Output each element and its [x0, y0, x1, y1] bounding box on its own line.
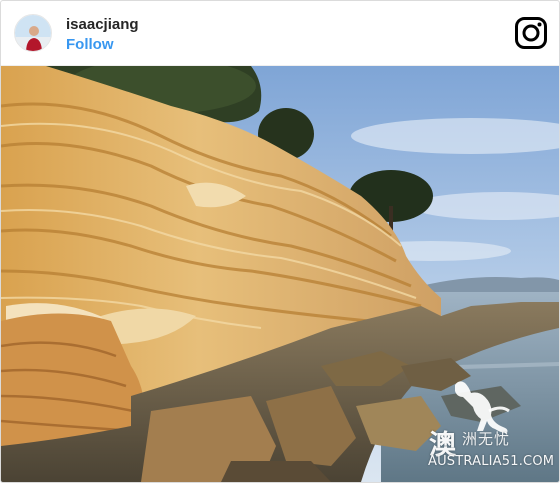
username-link[interactable]: isaacjiang — [66, 16, 139, 33]
post-header: isaacjiang Follow — [1, 1, 559, 66]
profile-avatar[interactable] — [14, 14, 52, 52]
follow-button[interactable]: Follow — [66, 36, 114, 53]
avatar-image — [15, 15, 51, 51]
instagram-icon[interactable] — [514, 16, 548, 50]
instagram-embed-post: isaacjiang Follow 澳 洲无忧 AUSTRALIA51.COM — [0, 0, 560, 483]
post-photo[interactable] — [1, 66, 559, 482]
